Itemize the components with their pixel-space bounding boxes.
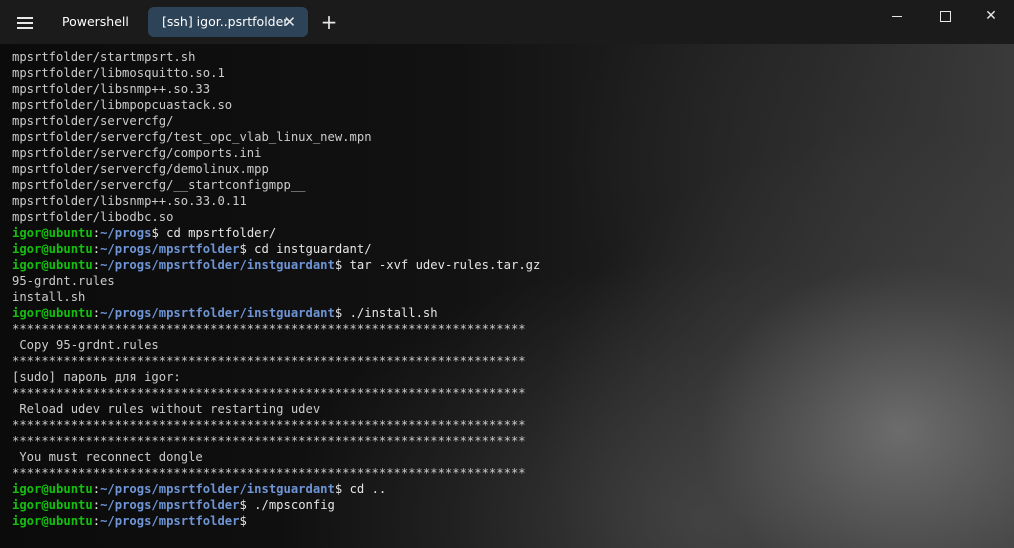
prompt-separator: : xyxy=(92,258,101,272)
close-window-button[interactable]: ✕ xyxy=(968,2,1014,30)
prompt-line: igor@ubuntu:~/progs$ cd mpsrtfolder/ xyxy=(12,225,1002,241)
prompt-separator: : xyxy=(92,482,101,496)
maximize-icon xyxy=(940,11,951,22)
output-line: mpsrtfolder/libmpopcuastack.so xyxy=(12,98,233,112)
output-line: [sudo] пароль для igor: xyxy=(12,370,181,384)
prompt-user-host: igor@ubuntu xyxy=(12,514,93,528)
output-line: mpsrtfolder/libmosquitto.so.1 xyxy=(12,66,225,80)
prompt-path: ~/progs/mpsrtfolder/instguardant xyxy=(100,306,335,320)
prompt-user-host: igor@ubuntu xyxy=(12,226,93,240)
output-line: mpsrtfolder/libsnmp++.so.33.0.11 xyxy=(12,194,247,208)
tab-label: Powershell xyxy=(62,14,129,29)
output-line: ****************************************… xyxy=(12,434,526,448)
tab-close-icon[interactable]: ✕ xyxy=(283,7,296,37)
prompt-user-host: igor@ubuntu xyxy=(12,482,93,496)
close-icon: ✕ xyxy=(985,8,997,24)
terminal-cursor xyxy=(247,513,254,527)
output-line: ****************************************… xyxy=(12,418,526,432)
prompt-command: cd .. xyxy=(349,482,387,496)
prompt-dollar: $ xyxy=(239,242,255,256)
terminal-window: Powershell [ssh] igor..psrtfolder ✕ + ✕ … xyxy=(0,0,1014,548)
prompt-command: ./mpsconfig xyxy=(254,498,335,512)
prompt-dollar: $ xyxy=(151,226,167,240)
tab-label: [ssh] igor..psrtfolder xyxy=(162,14,289,29)
tab-powershell[interactable]: Powershell xyxy=(50,7,145,37)
minimize-icon xyxy=(892,16,902,17)
output-line: ****************************************… xyxy=(12,466,526,480)
output-line: mpsrtfolder/startmpsrt.sh xyxy=(12,50,196,64)
terminal-output[interactable]: mpsrtfolder/startmpsrt.sh mpsrtfolder/lib… xyxy=(12,49,1002,544)
maximize-button[interactable] xyxy=(922,2,968,30)
prompt-line: igor@ubuntu:~/progs/mpsrtfolder/instguar… xyxy=(12,257,1002,273)
prompt-dollar: $ xyxy=(334,306,350,320)
tab-ssh-igor[interactable]: [ssh] igor..psrtfolder ✕ xyxy=(148,7,308,37)
output-line: Copy 95-grdnt.rules xyxy=(12,338,159,352)
prompt-separator: : xyxy=(92,306,101,320)
output-line: mpsrtfolder/servercfg/test_opc_vlab_linu… xyxy=(12,130,372,144)
output-line: Reload udev rules without restarting ude… xyxy=(12,402,321,416)
title-bar: Powershell [ssh] igor..psrtfolder ✕ + ✕ xyxy=(0,0,1014,44)
prompt-command: cd mpsrtfolder/ xyxy=(166,226,277,240)
prompt-path: ~/progs/mpsrtfolder/instguardant xyxy=(100,482,335,496)
prompt-command: cd instguardant/ xyxy=(254,242,372,256)
output-line: mpsrtfolder/servercfg/ xyxy=(12,114,174,128)
prompt-separator: : xyxy=(92,242,101,256)
prompt-dollar: $ xyxy=(239,514,247,528)
prompt-line: igor@ubuntu:~/progs/mpsrtfolder$ xyxy=(12,513,1002,529)
output-line: install.sh xyxy=(12,290,86,304)
prompt-dollar: $ xyxy=(334,482,350,496)
prompt-path: ~/progs/mpsrtfolder xyxy=(100,514,240,528)
output-line: ****************************************… xyxy=(12,386,526,400)
output-line: mpsrtfolder/servercfg/comports.ini xyxy=(12,146,262,160)
prompt-command: ./install.sh xyxy=(349,306,438,320)
prompt-user-host: igor@ubuntu xyxy=(12,498,93,512)
hamburger-menu-icon[interactable] xyxy=(14,12,36,34)
output-line: mpsrtfolder/servercfg/__startconfigmpp__ xyxy=(12,178,306,192)
prompt-line: igor@ubuntu:~/progs/mpsrtfolder/instguar… xyxy=(12,481,1002,497)
prompt-line: igor@ubuntu:~/progs/mpsrtfolder/instguar… xyxy=(12,305,1002,321)
prompt-separator: : xyxy=(92,226,101,240)
prompt-path: ~/progs/mpsrtfolder xyxy=(100,498,240,512)
prompt-user-host: igor@ubuntu xyxy=(12,242,93,256)
prompt-path: ~/progs/mpsrtfolder xyxy=(100,242,240,256)
output-line: You must reconnect dongle xyxy=(12,450,203,464)
prompt-separator: : xyxy=(92,498,101,512)
output-line: ****************************************… xyxy=(12,354,526,368)
prompt-path: ~/progs/mpsrtfolder/instguardant xyxy=(100,258,335,272)
prompt-path: ~/progs xyxy=(100,226,152,240)
output-line: ****************************************… xyxy=(12,322,526,336)
output-line: 95-grdnt.rules xyxy=(12,274,115,288)
output-line: mpsrtfolder/libsnmp++.so.33 xyxy=(12,82,211,96)
prompt-user-host: igor@ubuntu xyxy=(12,306,93,320)
minimize-button[interactable] xyxy=(874,2,920,30)
output-line: mpsrtfolder/servercfg/demolinux.mpp xyxy=(12,162,269,176)
new-tab-button[interactable]: + xyxy=(318,10,340,34)
prompt-line: igor@ubuntu:~/progs/mpsrtfolder$ ./mpsco… xyxy=(12,497,1002,513)
prompt-separator: : xyxy=(92,514,101,528)
prompt-dollar: $ xyxy=(334,258,350,272)
output-line: mpsrtfolder/libodbc.so xyxy=(12,210,174,224)
prompt-command: tar -xvf udev-rules.tar.gz xyxy=(349,258,541,272)
prompt-line: igor@ubuntu:~/progs/mpsrtfolder$ cd inst… xyxy=(12,241,1002,257)
prompt-dollar: $ xyxy=(239,498,255,512)
prompt-user-host: igor@ubuntu xyxy=(12,258,93,272)
